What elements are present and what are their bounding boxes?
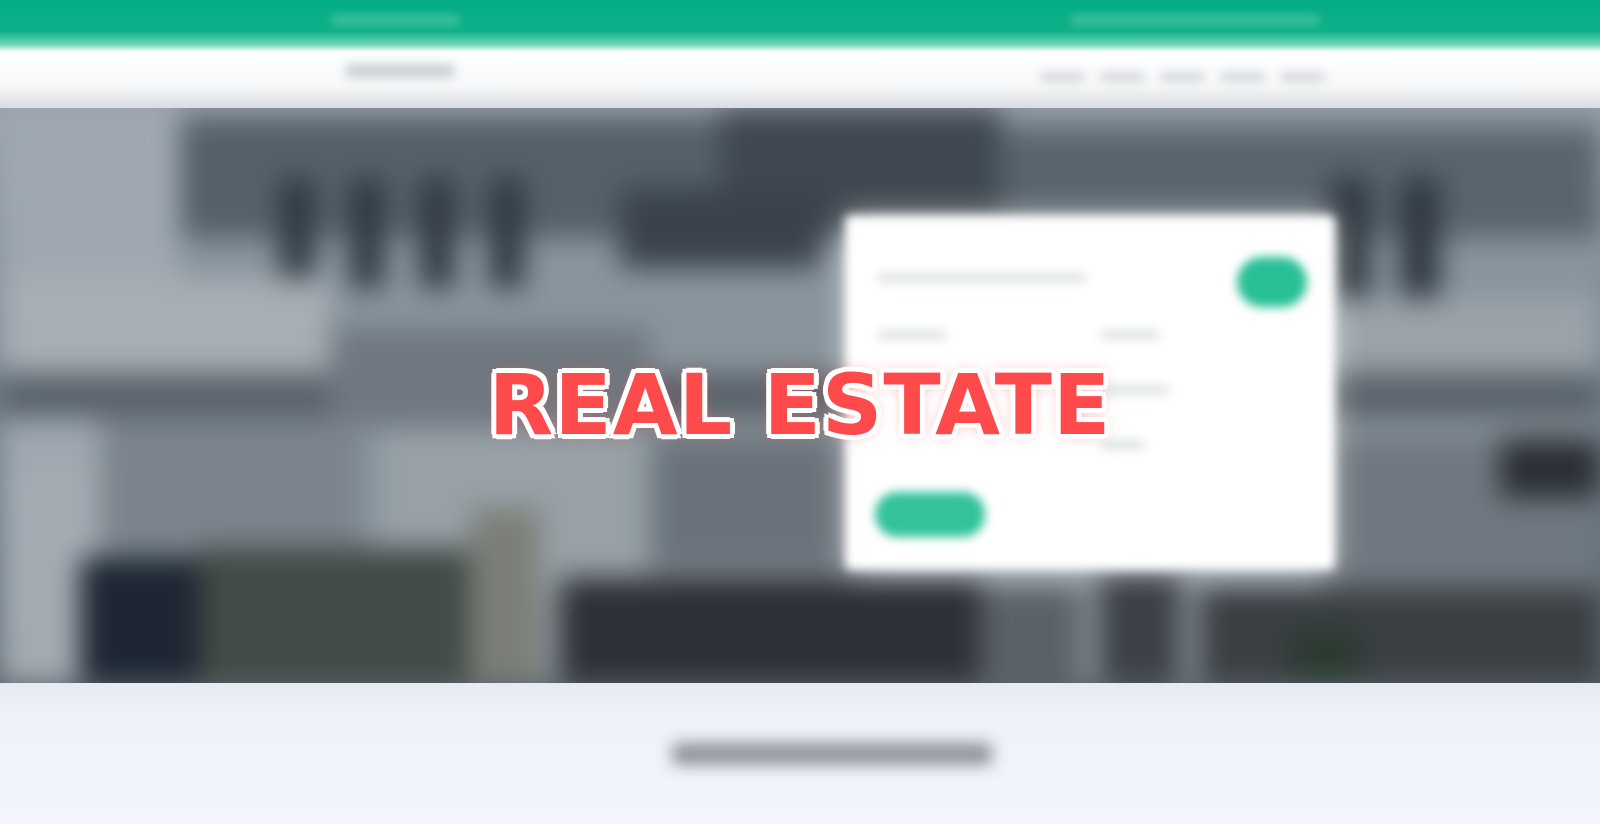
top-bar-blurred-links [1070,14,1320,26]
field-label [1100,330,1160,340]
search-button[interactable] [875,492,985,537]
top-bar [0,0,1600,52]
circle-button-icon[interactable] [1237,257,1307,307]
card-heading [877,273,1087,283]
site-logo[interactable] [345,64,455,78]
nav-link[interactable] [1220,72,1265,82]
field-label [877,330,947,340]
nav-link[interactable] [1280,72,1325,82]
top-bar-blurred-text [330,14,460,26]
nav-link[interactable] [1100,72,1145,82]
site-header [0,52,1600,108]
section-heading [672,743,992,765]
featured-section [0,683,1600,824]
nav-link[interactable] [1040,72,1085,82]
overlay-title: REAL ESTATE [488,356,1112,454]
nav-link[interactable] [1160,72,1205,82]
